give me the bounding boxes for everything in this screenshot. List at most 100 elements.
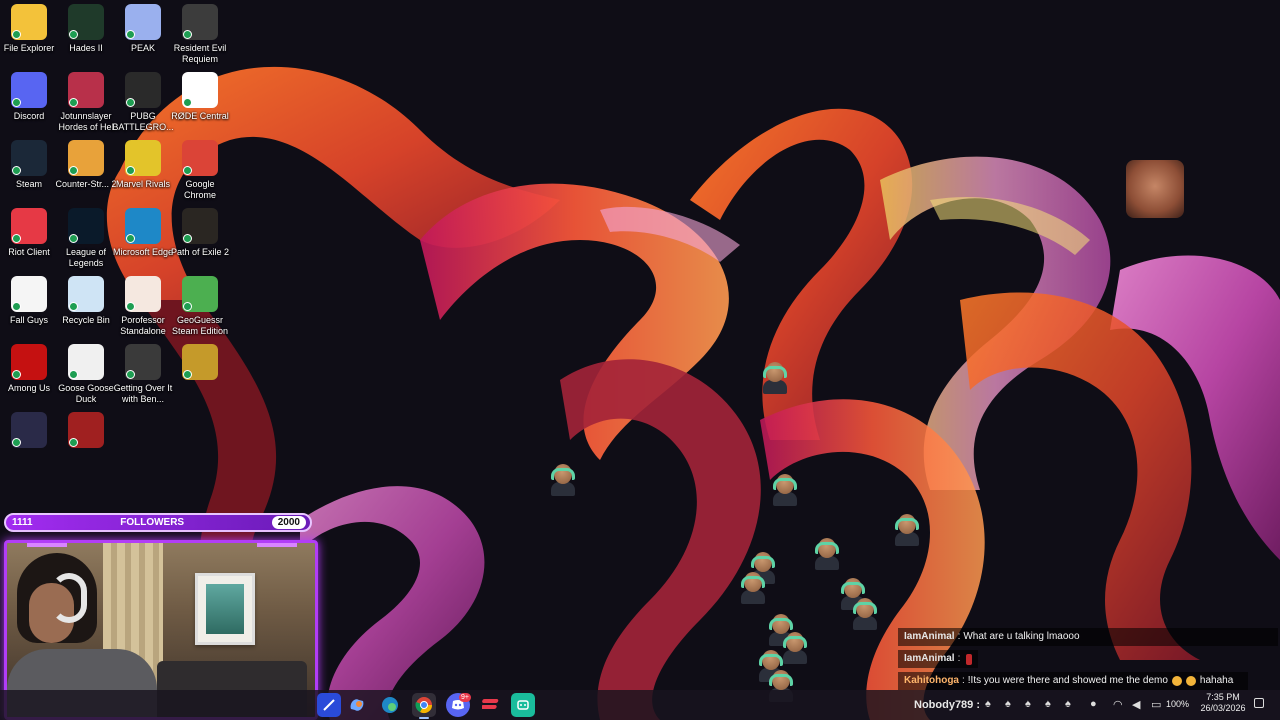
shortcut-badge-icon [12, 166, 21, 175]
desktop-icon[interactable]: Getting Over It with Ben... [114, 344, 172, 405]
shortcut-badge-icon [69, 166, 78, 175]
desktop-icon[interactable]: Goose Goose Duck [57, 344, 115, 405]
desktop-icon-label: League of Legends [65, 247, 107, 268]
shortcut-badge-icon [12, 370, 21, 379]
shortcut-badge-icon [183, 166, 192, 175]
chat-text: !Its you were there and showed me the de… [967, 675, 1168, 686]
wifi-icon[interactable]: ◠ [1113, 698, 1123, 711]
hooded-icon [68, 412, 104, 448]
mushroom-icon[interactable]: ♠ [1025, 698, 1031, 710]
desktop-icon[interactable] [57, 412, 115, 448]
hades-icon [68, 4, 104, 40]
headset-emote [850, 596, 880, 630]
desktop-icon[interactable]: RØDE Central [171, 72, 229, 122]
shortcut-badge-icon [126, 234, 135, 243]
chat-username: IamAnimal [904, 631, 955, 642]
mushroom-icon[interactable]: ♠ [985, 698, 991, 710]
clock-date: 26/03/2026 [1200, 703, 1246, 713]
desktop-icon[interactable]: Recycle Bin [57, 276, 115, 326]
desktop-icon[interactable]: Discord [0, 72, 58, 122]
geoguessr-icon [182, 276, 218, 312]
shortcut-badge-icon [12, 98, 21, 107]
desktop-icon[interactable] [171, 344, 229, 380]
laughing-emoji-icon [1171, 676, 1182, 686]
shortcut-badge-icon [126, 302, 135, 311]
taskbar [0, 690, 1280, 720]
desktop-icon[interactable]: File Explorer [0, 4, 58, 54]
chrome-icon[interactable] [412, 693, 436, 717]
face-emote [1126, 160, 1184, 218]
chrome-icon [182, 140, 218, 176]
mushroom-icon[interactable]: ♠ [1045, 698, 1051, 710]
desktop-icon[interactable]: Resident Evil Requiem [171, 4, 229, 65]
desktop-icon[interactable]: Google Chrome [171, 140, 229, 201]
follower-label: FOLLOWERS [120, 517, 185, 528]
desktop-icon[interactable]: Hades II [57, 4, 115, 54]
desktop-icon[interactable]: Porofessor Standalone [114, 276, 172, 337]
porofessor-icon [125, 276, 161, 312]
tray-chat-user: Nobody789 : [914, 699, 981, 711]
folder-icon [11, 4, 47, 40]
shortcut-badge-icon [183, 98, 192, 107]
desktop-icon-label: Resident Evil Requiem [173, 43, 227, 64]
desktop-icon-label: Counter-Str... 2 [55, 179, 117, 189]
asana-icon[interactable] [479, 693, 503, 717]
desktop-icon-label: File Explorer [3, 43, 55, 53]
shortcut-badge-icon [12, 30, 21, 39]
desktop-icon[interactable]: PEAK [114, 4, 172, 54]
desktop-icon[interactable]: Among Us [0, 344, 58, 394]
desktop-icon[interactable]: Jotunnslayer Hordes of Hel [57, 72, 115, 133]
desktop-icon-label: Goose Goose Duck [58, 383, 114, 404]
desktop-icon-label: Microsoft Edge [112, 247, 174, 257]
desktop-icon-label: RØDE Central [171, 111, 229, 121]
desktop-icon-label: Path of Exile 2 [170, 247, 230, 257]
microphone-icon[interactable]: ● [1090, 698, 1097, 710]
desktop-icon[interactable]: League of Legends [57, 208, 115, 269]
app-icon[interactable] [511, 693, 535, 717]
clock-time: 7:35 PM [1206, 692, 1240, 702]
path-of-exile-icon [182, 208, 218, 244]
headset-emote [738, 570, 768, 604]
battery-percentage: 100% [1166, 699, 1190, 709]
peak-icon [125, 4, 161, 40]
desktop-icon[interactable]: Steam [0, 140, 58, 190]
desktop-icon[interactable]: Riot Client [0, 208, 58, 258]
copilot-icon[interactable] [345, 693, 369, 717]
desktop-icon[interactable]: GeoGuessr Steam Edition [171, 276, 229, 337]
chat-separator: : [957, 631, 961, 642]
hammer-icon [125, 344, 161, 380]
desktop-icon[interactable]: Fall Guys [0, 276, 58, 326]
battery-icon[interactable]: ▭ [1151, 698, 1161, 711]
desktop-icon[interactable]: PUBG BATTLEGRO... [112, 72, 174, 133]
shortcut-badge-icon [69, 302, 78, 311]
mushroom-icon[interactable]: ♠ [1065, 698, 1071, 710]
desktop-icon[interactable]: Marvel Rivals [114, 140, 172, 190]
volume-icon[interactable]: ◀ [1132, 698, 1140, 711]
desktop-icon[interactable]: Counter-Str... 2 [55, 140, 117, 190]
edge-icon[interactable] [378, 693, 402, 717]
mushroom-icon[interactable]: ♠ [1005, 698, 1011, 710]
stream-chat: IamAnimal : What are u talking lmaooo Ia… [898, 628, 1278, 694]
shortcut-badge-icon [183, 30, 192, 39]
counter-strike-icon [68, 140, 104, 176]
desktop-icon-label: PUBG BATTLEGRO... [112, 111, 174, 132]
desktop-icon[interactable]: Microsoft Edge [112, 208, 174, 258]
headset-emote [892, 512, 922, 546]
taskbar-clock[interactable]: 7:35 PM 26/03/2026 [1196, 692, 1250, 714]
chat-separator: : [962, 675, 965, 686]
codex-icon[interactable] [317, 693, 341, 717]
goose-icon [68, 344, 104, 380]
desktop-icon-label: Jotunnslayer Hordes of Hel [58, 111, 114, 132]
chat-text-extra: hahaha [1199, 675, 1234, 686]
rode-icon [182, 72, 218, 108]
desktop-icon[interactable] [0, 412, 58, 448]
shortcut-badge-icon [69, 30, 78, 39]
notification-icon[interactable] [1254, 698, 1264, 708]
desktop-icon[interactable]: Path of Exile 2 [171, 208, 229, 258]
feather-icon [11, 412, 47, 448]
desktop-icon-label: Steam [15, 179, 42, 189]
among-us-icon [11, 344, 47, 380]
survivor-icon [182, 344, 218, 380]
follower-goal-bar: 1111 FOLLOWERS 2000 [4, 513, 312, 532]
shortcut-badge-icon [12, 234, 21, 243]
